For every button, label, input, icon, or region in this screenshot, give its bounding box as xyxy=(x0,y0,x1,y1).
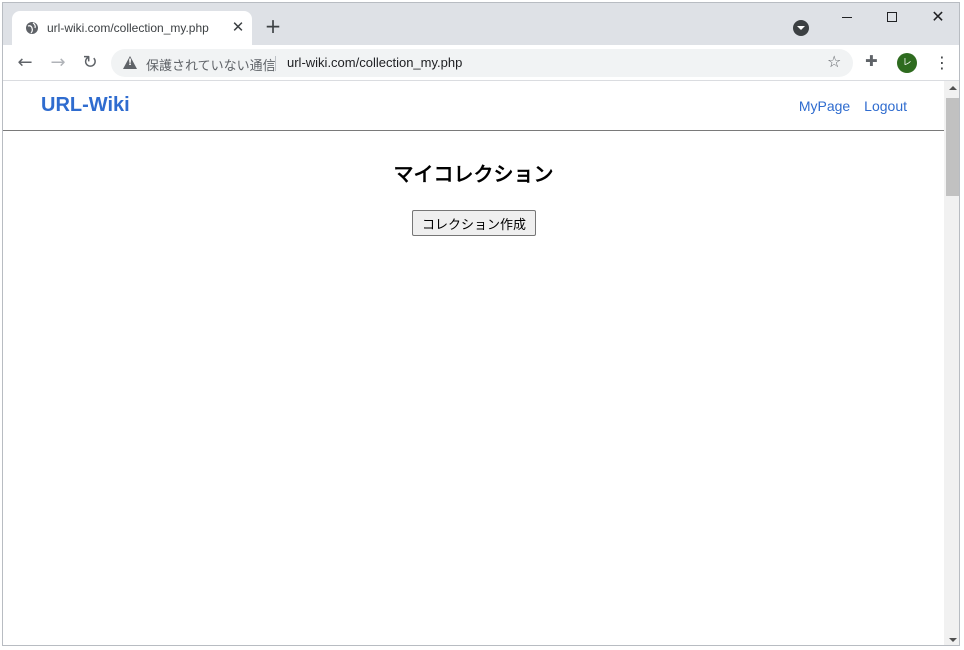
security-label[interactable]: 保護されていない通信 xyxy=(146,55,276,74)
browser-tab[interactable]: url-wiki.com/collection_my.php ✕ xyxy=(12,11,252,45)
forward-arrow-icon[interactable]: → xyxy=(47,52,69,74)
url-text[interactable]: url-wiki.com/collection_my.php xyxy=(287,55,462,70)
browser-window: url-wiki.com/collection_my.php ✕ + ✕ ← →… xyxy=(2,2,960,646)
tab-title: url-wiki.com/collection_my.php xyxy=(47,21,209,35)
minimize-icon[interactable] xyxy=(835,8,859,28)
page-title: マイコレクション xyxy=(393,162,554,186)
profile-avatar[interactable]: レ xyxy=(897,53,917,73)
page-viewport: URL-Wiki MyPage Logout マイコレクション コレクション作成 xyxy=(3,81,944,645)
reload-icon[interactable]: ↻ xyxy=(79,52,101,74)
back-arrow-icon[interactable]: ← xyxy=(14,52,36,74)
site-brand-link[interactable]: URL-Wiki xyxy=(41,94,130,117)
site-header: URL-Wiki MyPage Logout xyxy=(3,81,944,131)
tab-search-icon[interactable] xyxy=(793,20,809,36)
divider xyxy=(275,56,276,71)
maximize-icon[interactable] xyxy=(880,8,904,28)
site-nav: MyPage Logout xyxy=(799,98,907,114)
kebab-menu-icon[interactable]: ⋮ xyxy=(934,52,950,74)
address-bar[interactable]: 保護されていない通信 url-wiki.com/collection_my.ph… xyxy=(111,49,853,77)
globe-icon xyxy=(26,22,38,34)
extensions-puzzle-icon[interactable]: ✚ xyxy=(865,53,881,69)
close-window-icon[interactable]: ✕ xyxy=(926,8,950,28)
scroll-down-icon[interactable] xyxy=(949,638,957,642)
browser-toolbar: ← → ↻ 保護されていない通信 url-wiki.com/collection… xyxy=(3,45,959,81)
vertical-scrollbar[interactable] xyxy=(944,81,959,645)
bookmark-star-icon[interactable]: ☆ xyxy=(827,52,841,71)
tab-strip: url-wiki.com/collection_my.php ✕ + ✕ xyxy=(3,3,959,45)
logout-link[interactable]: Logout xyxy=(864,98,907,114)
close-tab-icon[interactable]: ✕ xyxy=(229,18,247,36)
new-tab-icon[interactable]: + xyxy=(264,16,282,36)
create-collection-button[interactable]: コレクション作成 xyxy=(412,210,536,236)
scrollbar-thumb[interactable] xyxy=(946,98,959,196)
warning-icon[interactable] xyxy=(123,56,137,69)
mypage-link[interactable]: MyPage xyxy=(799,98,850,114)
scroll-up-icon[interactable] xyxy=(949,86,957,90)
